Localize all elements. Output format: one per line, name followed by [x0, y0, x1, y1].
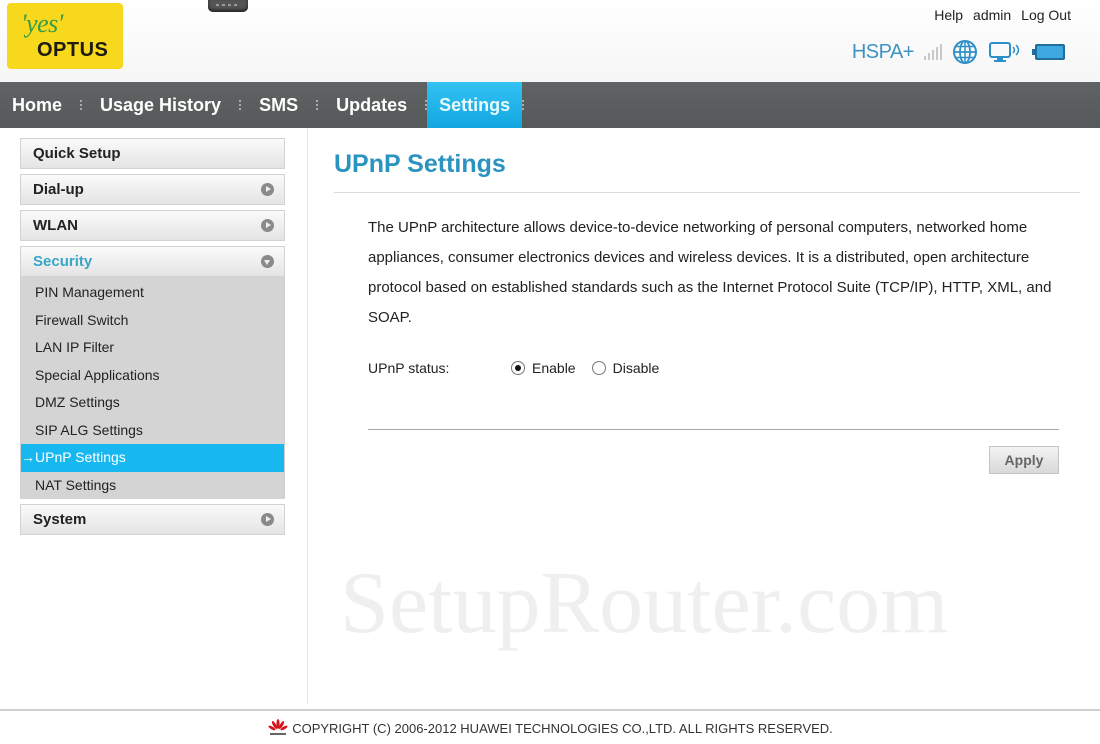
footer-divider — [0, 709, 1100, 711]
logout-link[interactable]: Log Out — [1021, 7, 1071, 23]
sidebar-label: Quick Setup — [33, 145, 121, 162]
sidebar-item-nat-settings[interactable]: NAT Settings — [21, 472, 284, 500]
signal-strength-icon — [924, 44, 942, 60]
wifi-computer-icon — [989, 42, 1020, 62]
sidebar-item-pin-management[interactable]: PIN Management — [21, 279, 284, 307]
nav-separator — [522, 100, 525, 110]
upnp-status-row: UPnP status: Enable Disable — [368, 360, 675, 376]
sidebar-wlan[interactable]: WLAN — [20, 210, 285, 241]
sidebar-label: Dial-up — [33, 181, 84, 198]
network-type: HSPA+ — [851, 40, 915, 63]
internet-globe-icon — [953, 40, 977, 64]
disable-radio[interactable]: Disable — [591, 360, 660, 376]
nav-separator — [239, 100, 242, 110]
apply-button[interactable]: Apply — [989, 446, 1059, 474]
sidebar-item-upnp-settings[interactable]: →UPnP Settings — [21, 444, 284, 472]
status-bar: HSPA+ — [852, 39, 1066, 65]
sidebar-item-firewall-switch[interactable]: Firewall Switch — [21, 307, 284, 335]
nav-separator — [80, 100, 83, 110]
top-links: Help admin Log Out — [934, 7, 1071, 23]
enable-radio-button[interactable] — [511, 361, 525, 375]
enable-radio[interactable]: Enable — [511, 360, 576, 376]
page-title: UPnP Settings — [334, 150, 506, 178]
sidebar-label: WLAN — [33, 217, 78, 234]
sidebar-quick-setup[interactable]: Quick Setup — [20, 138, 285, 169]
sidebar-item-sip-alg-settings[interactable]: SIP ALG Settings — [21, 417, 284, 445]
vertical-divider — [307, 128, 308, 704]
sidebar-item-special-applications[interactable]: Special Applications — [21, 362, 284, 390]
form-divider — [368, 429, 1059, 430]
upnp-description: The UPnP architecture allows device-to-d… — [368, 219, 1052, 326]
disable-radio-label: Disable — [612, 360, 660, 376]
header: 'yes' OPTUS Help admin Log Out HSPA+ — [0, 0, 1100, 82]
device-icon — [208, 0, 248, 12]
disable-radio-button[interactable] — [591, 361, 606, 375]
nav-updates[interactable]: Updates — [324, 82, 419, 128]
nav-home[interactable]: Home — [0, 82, 74, 128]
sidebar-item-dmz-settings[interactable]: DMZ Settings — [21, 389, 284, 417]
sidebar-system[interactable]: System — [20, 504, 285, 535]
huawei-logo-icon — [268, 719, 288, 735]
sidebar-item-lan-ip-filter[interactable]: LAN IP Filter — [21, 334, 284, 362]
title-divider — [334, 192, 1080, 193]
main-nav: Home Usage History SMS Updates Settings — [0, 82, 1100, 128]
copyright-text: COPYRIGHT (C) 2006-2012 HUAWEI TECHNOLOG… — [292, 720, 833, 736]
footer: COPYRIGHT (C) 2006-2012 HUAWEI TECHNOLOG… — [0, 719, 1100, 737]
sidebar-label: System — [33, 511, 87, 528]
watermark: SetupRouter.com — [340, 555, 949, 652]
sidebar: Quick Setup Dial-up WLAN Security PIN Ma… — [20, 138, 285, 540]
battery-icon — [1032, 44, 1065, 60]
upnp-status-label: UPnP status: — [368, 360, 450, 376]
nav-usage-history[interactable]: Usage History — [88, 82, 233, 128]
help-link[interactable]: Help — [934, 7, 963, 23]
sidebar-label: Security — [33, 253, 93, 270]
security-submenu: PIN Management Firewall Switch LAN IP Fi… — [20, 277, 285, 499]
main-content: UPnP Settings The UPnP architecture allo… — [334, 128, 1080, 474]
logo-yes-text: 'yes' — [21, 9, 63, 38]
chevron-right-icon — [261, 219, 274, 232]
chevron-down-icon — [261, 255, 274, 268]
enable-radio-label: Enable — [532, 360, 576, 376]
chevron-right-icon — [261, 513, 274, 526]
sidebar-security[interactable]: Security — [20, 246, 285, 277]
optus-logo: 'yes' OPTUS — [7, 3, 123, 69]
nav-separator — [316, 100, 319, 110]
logo-optus-text: OPTUS — [37, 39, 109, 61]
nav-settings[interactable]: Settings — [427, 82, 523, 128]
chevron-right-icon — [261, 183, 274, 196]
user-link[interactable]: admin — [973, 7, 1011, 23]
sidebar-dialup[interactable]: Dial-up — [20, 174, 285, 205]
nav-sms[interactable]: SMS — [247, 82, 310, 128]
